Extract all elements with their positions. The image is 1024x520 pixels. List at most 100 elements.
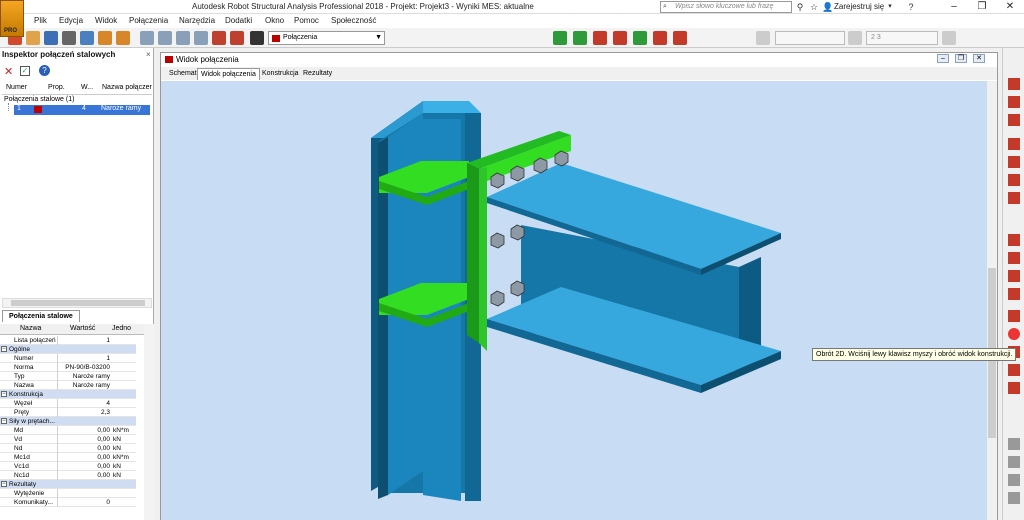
- gusset-icon[interactable]: [1008, 328, 1020, 340]
- beam-beam-icon[interactable]: [1008, 114, 1020, 126]
- connection-type-6-icon[interactable]: [653, 31, 667, 45]
- property-value[interactable]: 0: [106, 498, 110, 507]
- menu-spolecznosc[interactable]: Społeczność: [331, 16, 376, 25]
- selection-select[interactable]: 2 3: [866, 31, 938, 45]
- load-case-icon[interactable]: [756, 31, 770, 45]
- selection-icon[interactable]: [848, 31, 862, 45]
- menu-dodatki[interactable]: Dodatki: [225, 16, 252, 25]
- view-vertical-scrollbar[interactable]: [987, 81, 997, 520]
- undo-icon[interactable]: [98, 31, 112, 45]
- pan-icon[interactable]: [194, 31, 208, 45]
- property-value[interactable]: Naroże ramy: [73, 372, 110, 381]
- property-value[interactable]: 0,00: [97, 435, 110, 444]
- tab-schemat[interactable]: Schemat: [166, 68, 200, 80]
- binoculars-icon[interactable]: ⚲: [794, 1, 806, 13]
- frame-knee-icon[interactable]: [1008, 78, 1020, 90]
- menu-narzedzia[interactable]: Narzędzia: [179, 16, 215, 25]
- help-icon[interactable]: ?: [905, 1, 917, 13]
- view-close-button[interactable]: ✕: [973, 54, 985, 63]
- connection-type-3-icon[interactable]: [593, 31, 607, 45]
- col-prop[interactable]: Prop.: [48, 84, 65, 91]
- tab-widok-polaczenia[interactable]: Widok połączenia: [197, 68, 260, 80]
- property-section[interactable]: − Siły w prętach...: [0, 417, 136, 426]
- property-section[interactable]: − Rezultaty: [0, 480, 136, 489]
- zoom-icon[interactable]: [140, 31, 154, 45]
- properties-icon[interactable]: [1008, 492, 1020, 504]
- tab-konstrukcja[interactable]: Konstrukcja: [259, 68, 302, 80]
- property-row[interactable]: Nazwa Naroże ramy: [0, 381, 136, 390]
- pinned-base-icon[interactable]: [1008, 270, 1020, 282]
- horizontal-scrollbar[interactable]: [2, 298, 152, 308]
- user-icon[interactable]: 👤: [822, 1, 834, 13]
- property-row[interactable]: Lista połączeń 1: [0, 336, 136, 345]
- property-value[interactable]: 0,00: [97, 426, 110, 435]
- angle-icon[interactable]: [1008, 138, 1020, 150]
- tab-polaczenia-stalowe[interactable]: Połączenia stalowe: [2, 310, 80, 322]
- layout-select[interactable]: Połączenia ▼: [268, 31, 385, 45]
- minimize-button[interactable]: –: [940, 0, 968, 14]
- connection-type-1-icon[interactable]: [553, 31, 567, 45]
- view-restore-button[interactable]: ❐: [955, 54, 967, 63]
- delete-icon[interactable]: ✕: [4, 65, 13, 78]
- menu-widok[interactable]: Widok: [95, 16, 117, 25]
- col-w[interactable]: W...: [81, 84, 93, 91]
- connection-type-5-icon[interactable]: [633, 31, 647, 45]
- property-row[interactable]: Nd 0,00 kN: [0, 444, 136, 453]
- property-section[interactable]: − Konstrukcja: [0, 390, 136, 399]
- tab-rezultaty[interactable]: Rezultaty: [300, 68, 335, 80]
- property-row[interactable]: Md 0,00 kN*m: [0, 426, 136, 435]
- truss-icon[interactable]: [1008, 364, 1020, 376]
- vertical-scrollbar[interactable]: [144, 324, 154, 520]
- property-row[interactable]: Pręty 2,3: [0, 408, 136, 417]
- restore-button[interactable]: ❐: [968, 0, 996, 14]
- zoom-all-icon[interactable]: [176, 31, 190, 45]
- check-icon[interactable]: ✓: [20, 66, 30, 76]
- tee-icon[interactable]: [1008, 156, 1020, 168]
- property-value[interactable]: 2,3: [101, 408, 110, 417]
- app-menu-button[interactable]: PRO: [0, 0, 24, 37]
- property-row[interactable]: Numer 1: [0, 354, 136, 363]
- menu-polaczenia[interactable]: Połączenia: [129, 16, 168, 25]
- print-icon[interactable]: [62, 31, 76, 45]
- search-input[interactable]: ⌕ Wpisz słowo kluczowe lub frazę: [660, 1, 792, 13]
- tree-row-selected[interactable]: 1 4 Naroże ramy: [14, 105, 150, 115]
- property-row[interactable]: Norma PN-90/B-03200: [0, 363, 136, 372]
- copy-icon[interactable]: [1008, 456, 1020, 468]
- clamped-base-icon[interactable]: [1008, 288, 1020, 300]
- tree-root-node[interactable]: Połączenia stalowe (1): [4, 96, 74, 103]
- col-numer[interactable]: Numer: [6, 84, 27, 91]
- property-value[interactable]: 1: [106, 354, 110, 363]
- star-icon[interactable]: ☆: [808, 1, 820, 13]
- paste-icon[interactable]: [1008, 474, 1020, 486]
- connection-type-2-icon[interactable]: [573, 31, 587, 45]
- property-row[interactable]: Wytężenie: [0, 489, 136, 498]
- property-row[interactable]: Vc1d 0,00 kN: [0, 462, 136, 471]
- menu-pomoc[interactable]: Pomoc: [294, 16, 319, 25]
- property-value[interactable]: 0,00: [97, 462, 110, 471]
- signin-button[interactable]: Zarejestruj się: [834, 2, 884, 11]
- menu-edycja[interactable]: Edycja: [59, 16, 83, 25]
- property-value[interactable]: 0,00: [97, 453, 110, 462]
- calculate-icon[interactable]: [212, 31, 226, 45]
- collapse-icon[interactable]: −: [1, 346, 7, 352]
- property-value[interactable]: 0,00: [97, 444, 110, 453]
- welded-icon[interactable]: [1008, 382, 1020, 394]
- splice-icon[interactable]: [1008, 174, 1020, 186]
- property-row[interactable]: Vd 0,00 kN: [0, 435, 136, 444]
- redo-icon[interactable]: [116, 31, 130, 45]
- property-value[interactable]: 4: [106, 399, 110, 408]
- bracket-icon[interactable]: [1008, 310, 1020, 322]
- connection-type-7-icon[interactable]: [673, 31, 687, 45]
- collapse-icon[interactable]: −: [1, 481, 7, 487]
- property-row[interactable]: Mc1d 0,00 kN*m: [0, 453, 136, 462]
- beam-column-icon[interactable]: [1008, 96, 1020, 108]
- property-section[interactable]: − Ogólne: [0, 345, 136, 354]
- flange-splice-icon[interactable]: [1008, 192, 1020, 204]
- property-value[interactable]: PN-90/B-03200: [65, 363, 110, 372]
- close-icon[interactable]: ×: [146, 50, 151, 59]
- edit-icon[interactable]: [1008, 438, 1020, 450]
- property-row[interactable]: Nc1d 0,00 kN: [0, 471, 136, 480]
- menu-okno[interactable]: Okno: [265, 16, 284, 25]
- display-icon[interactable]: [942, 31, 956, 45]
- connection-type-4-icon[interactable]: [613, 31, 627, 45]
